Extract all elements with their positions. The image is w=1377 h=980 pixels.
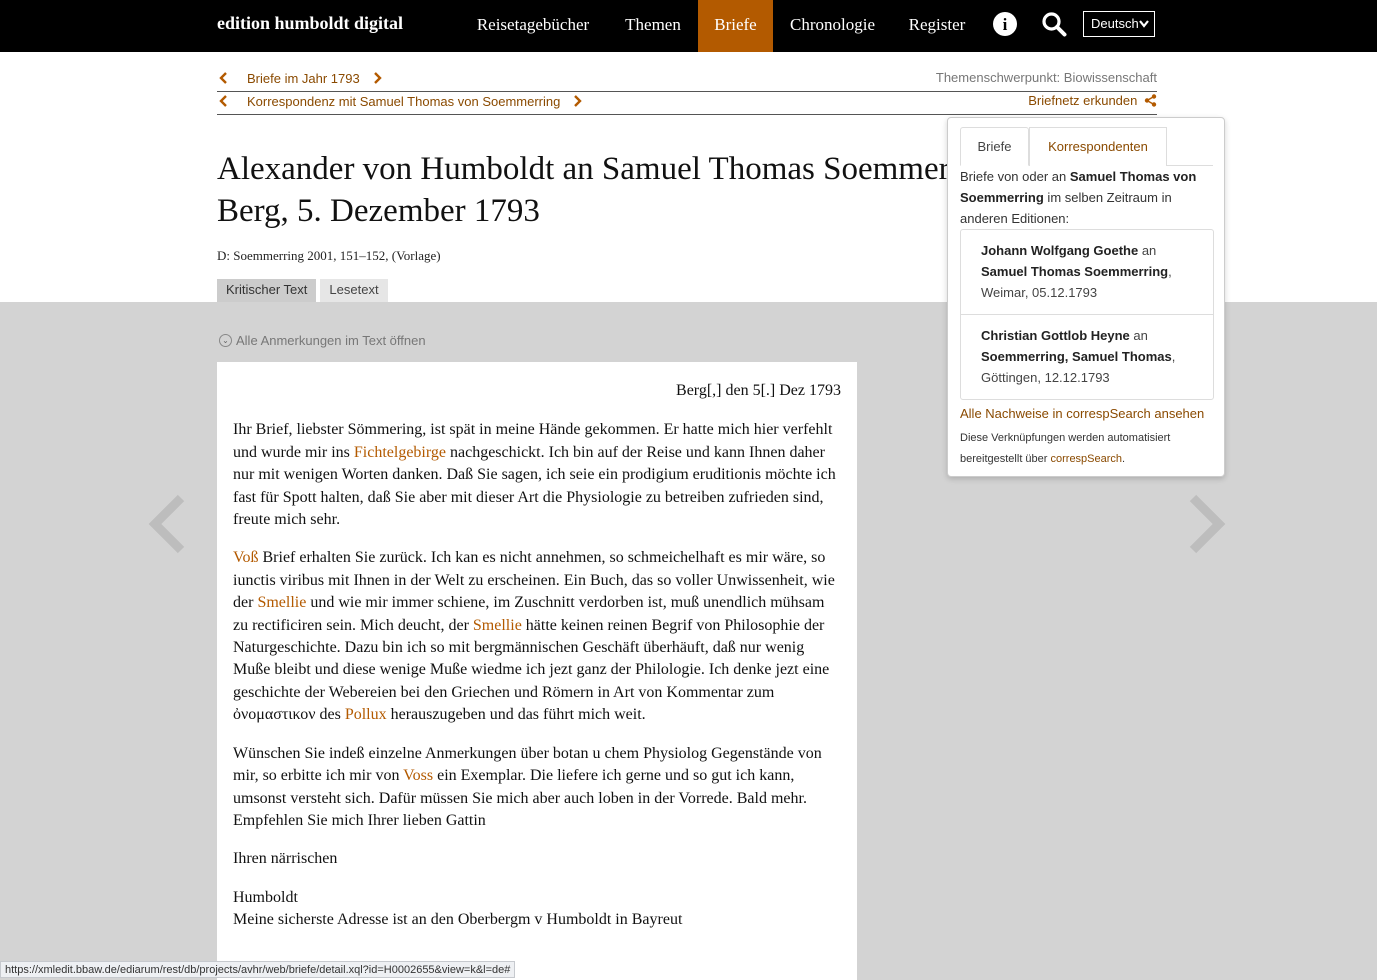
tab-kritischer-text[interactable]: Kritischer Text: [217, 279, 317, 302]
tab-lesetext[interactable]: Lesetext: [320, 279, 388, 302]
site-brand[interactable]: edition humboldt digital: [217, 13, 403, 34]
popover-tab-briefe[interactable]: Briefe: [960, 127, 1029, 166]
page-title-line2: Berg, 5. Dezember 1793: [217, 193, 540, 229]
browser-status-bar: https://xmledit.bbaw.de/ediarum/rest/db/…: [0, 961, 516, 978]
previous-letter-arrow-icon[interactable]: [147, 494, 187, 554]
info-icon[interactable]: i: [993, 12, 1017, 36]
text-run: herauszugeben und das führt mich weit.: [386, 706, 646, 724]
language-select-value: Deutsch: [1091, 16, 1139, 31]
letter-text: Berg[,] den 5[.] Dez 1793 Ihr Brief, lie…: [217, 362, 857, 980]
share-icon: [1144, 94, 1157, 107]
all-references-link[interactable]: Alle Nachweise in correspSearch ansehen: [960, 406, 1204, 421]
letter-sender: Christian Gottlob Heyne: [981, 328, 1130, 343]
popover-intro: Briefe von oder an Samuel Thomas von Soe…: [960, 166, 1216, 229]
related-letters-list: Johann Wolfgang Goethe an Samuel Thomas …: [960, 229, 1214, 400]
breadcrumb-correspondence: Korrespondenz mit Samuel Thomas von Soem…: [217, 93, 584, 109]
related-letter-item[interactable]: Christian Gottlob Heyne an Soemmerring, …: [961, 315, 1213, 399]
breadcrumb-year-label[interactable]: Briefe im Jahr 1793: [247, 71, 360, 86]
nav-item-reisetagebuecher[interactable]: Reisetagebücher: [458, 0, 608, 52]
chevron-right-icon[interactable]: [570, 93, 584, 109]
correspsearch-link[interactable]: correspSearch: [1051, 453, 1123, 465]
view-tabs: Kritischer Text Lesetext: [217, 279, 392, 302]
letter-postscript: Meine sicherste Adresse ist an den Oberb…: [233, 911, 683, 929]
open-all-annotations-label: Alle Anmerkungen im Text öffnen: [236, 333, 426, 348]
person-link-voss[interactable]: Voß: [233, 549, 259, 566]
letter-recipient: Soemmerring, Samuel Thomas: [981, 349, 1172, 364]
language-select[interactable]: Deutsch: [1083, 11, 1155, 37]
top-navbar: edition humboldt digital Reisetagebücher…: [0, 0, 1377, 52]
source-reference: D: Soemmerring 2001, 151–152, (Vorlage): [217, 248, 441, 263]
person-link-smellie[interactable]: Smellie: [473, 617, 522, 634]
breadcrumb-correspondence-label[interactable]: Korrespondenz mit Samuel Thomas von Soem…: [247, 94, 560, 109]
nav-item-themen[interactable]: Themen: [608, 0, 698, 52]
person-link-voss[interactable]: Voss: [403, 767, 433, 784]
page-title-line1: Alexander von Humboldt an Samuel Thomas …: [217, 151, 957, 187]
next-letter-arrow-icon[interactable]: [1187, 494, 1227, 554]
topic-focus-label: Themenschwerpunkt: Biowissenschaft: [935, 70, 1157, 85]
letter-paragraph-2: Voß Brief erhalten Sie zurück. Ich kan e…: [233, 547, 841, 726]
nav-item-briefe[interactable]: Briefe: [698, 0, 773, 52]
popover-footnote: Diese Verknüpfungen werden automatisiert…: [960, 428, 1216, 470]
letter-recipient: Samuel Thomas Soemmerring: [981, 264, 1169, 279]
search-icon[interactable]: [1041, 11, 1067, 37]
person-link-smellie[interactable]: Smellie: [257, 594, 306, 611]
letter-network-link[interactable]: Briefnetz erkunden: [1028, 93, 1157, 108]
chevron-down-circle-icon: ⌄: [219, 334, 232, 347]
text-run: .: [1122, 453, 1126, 465]
breadcrumb-correspondence-row: Korrespondenz mit Samuel Thomas von Soem…: [217, 91, 1157, 115]
letter-paragraph-3: Wünschen Sie indeß einzelne Anmerkungen …: [233, 743, 841, 833]
chevron-down-icon: [1139, 20, 1149, 28]
letter-signature-block: Humboldt Meine sicherste Adresse ist an …: [233, 887, 841, 932]
letter-network-popover: Briefe Korrespondenten Briefe von oder a…: [947, 117, 1225, 477]
breadcrumb-year-row: Briefe im Jahr 1793 Themenschwerpunkt: B…: [217, 68, 1157, 92]
letter-network-label: Briefnetz erkunden: [1028, 93, 1138, 108]
place-link-fichtelgebirge[interactable]: Fichtelgebirge: [354, 444, 446, 461]
nav-item-register[interactable]: Register: [892, 0, 982, 52]
page-title: Alexander von Humboldt an Samuel Thomas …: [217, 148, 957, 232]
chevron-left-icon[interactable]: [217, 93, 231, 109]
nav-item-chronologie[interactable]: Chronologie: [773, 0, 892, 52]
popover-tabs: Briefe Korrespondenten: [960, 127, 1213, 166]
letter-sender: Johann Wolfgang Goethe: [981, 243, 1139, 258]
breadcrumb-year: Briefe im Jahr 1793: [217, 70, 384, 86]
letter-closing: Ihren närrischen: [233, 850, 338, 868]
letter-signature: Humboldt: [233, 888, 298, 906]
chevron-right-icon[interactable]: [370, 70, 384, 86]
open-all-annotations[interactable]: ⌄ Alle Anmerkungen im Text öffnen: [219, 333, 426, 348]
letter-paragraph-1: Ihr Brief, liebster Sömmering, ist spät …: [233, 419, 841, 531]
person-link-pollux[interactable]: Pollux: [345, 706, 387, 723]
text-run: an: [1138, 243, 1157, 258]
chevron-left-icon[interactable]: [217, 70, 231, 86]
letter-date-line: Berg[,] den 5[.] Dez 1793: [676, 382, 841, 399]
popover-tab-korrespondenten[interactable]: Korrespondenten: [1029, 127, 1167, 166]
related-letter-item[interactable]: Johann Wolfgang Goethe an Samuel Thomas …: [961, 230, 1213, 315]
text-run: Briefe von oder an: [960, 169, 1070, 184]
text-run: an: [1129, 328, 1148, 343]
